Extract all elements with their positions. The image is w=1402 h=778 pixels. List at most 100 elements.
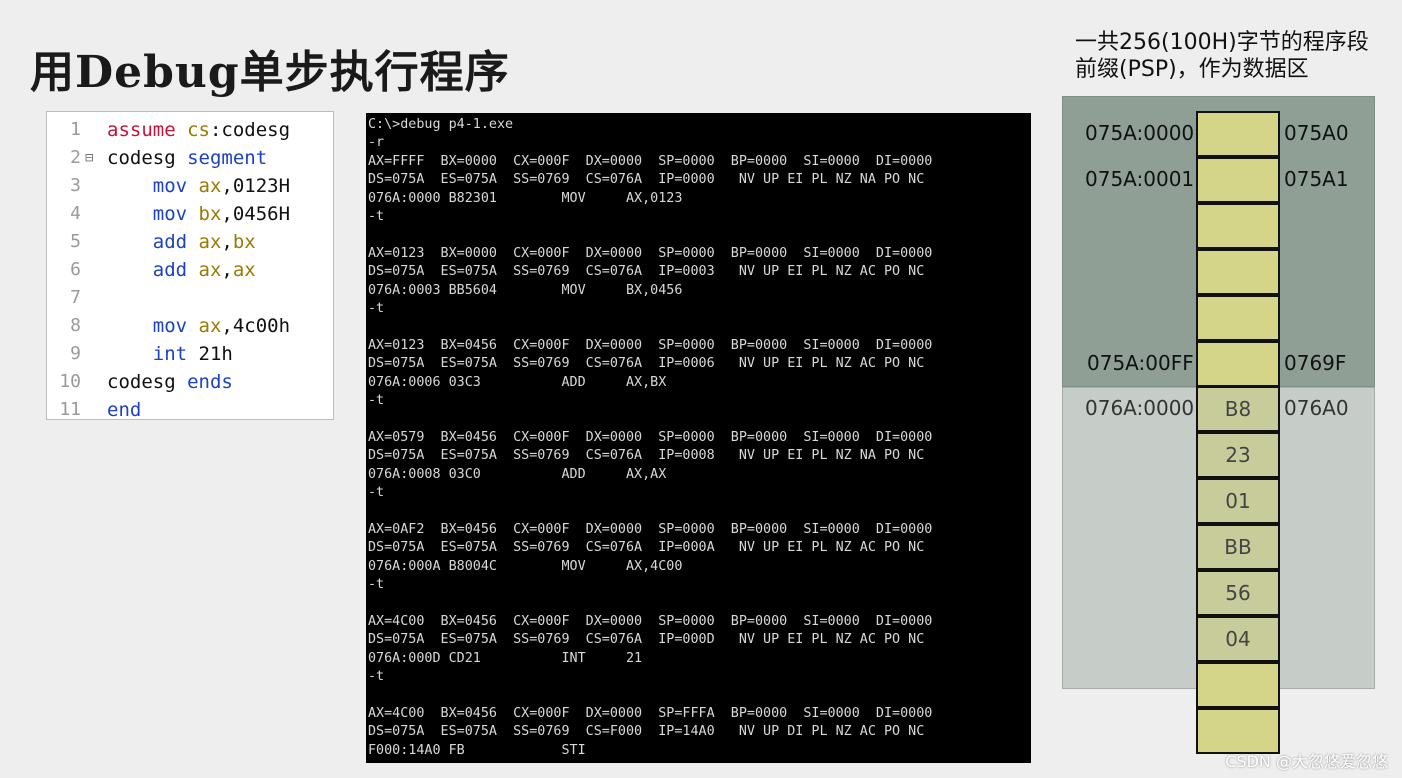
memory-cell: 23	[1196, 432, 1280, 478]
console-line: AX=4C00 BX=0456 CX=000F DX=0000 SP=0000 …	[368, 613, 933, 629]
console-line: DS=075A ES=075A SS=0769 CS=076A IP=0003 …	[368, 264, 925, 280]
code-token: bx	[198, 203, 222, 225]
line-number: 5	[70, 231, 81, 252]
code-token: ax	[198, 231, 222, 253]
console-line: DS=075A ES=075A SS=0769 CS=076A IP=0000 …	[368, 172, 925, 188]
fold-toggle-icon[interactable]: ⊟	[85, 144, 93, 172]
console-line: AX=0579 BX=0456 CX=000F DX=0000 SP=0000 …	[368, 429, 933, 445]
code-line[interactable]: 10 codesg ends	[47, 368, 333, 396]
code-line[interactable]: 8 mov ax,4c00h	[47, 312, 333, 340]
console-line: -t	[368, 301, 385, 316]
console-line: DS=075A ES=075A SS=0769 CS=076A IP=0006 …	[368, 356, 925, 372]
code-line[interactable]: 6 add ax,ax	[47, 256, 333, 284]
line-number: 9	[70, 343, 81, 364]
console-line: DS=075A ES=075A SS=0769 CS=076A IP=000D …	[368, 632, 925, 648]
line-number: 3	[70, 175, 81, 196]
console-line: 076A:0003 BB5604 MOV BX,0456	[368, 282, 683, 298]
console-line: -t	[368, 209, 385, 224]
code-token: 21h	[198, 343, 233, 365]
page-title: 用Debug单步执行程序	[30, 47, 510, 98]
physical-address-label: 0769F	[1284, 351, 1347, 375]
physical-address-label: 076A0	[1284, 396, 1349, 420]
console-line: -t	[368, 577, 385, 592]
code-token: ,4c00h	[221, 315, 291, 337]
code-line[interactable]: 3 mov ax,0123H	[47, 172, 333, 200]
line-number: 7	[70, 287, 81, 308]
console-line: -t	[368, 669, 385, 684]
memory-cell	[1196, 662, 1280, 708]
memory-cell: B8	[1196, 386, 1280, 432]
code-token: ,0123H	[221, 175, 291, 197]
code-token: segment	[187, 147, 268, 169]
console-line: C:\>debug p4-1.exe	[368, 117, 514, 132]
line-number: 4	[70, 203, 81, 224]
code-token: ,	[221, 259, 233, 281]
console-line: DS=075A ES=075A SS=0769 CS=076A IP=000A …	[368, 540, 925, 556]
debug-console[interactable]: C:\>debug p4-1.exe -r AX=FFFF BX=0000 CX=0…	[366, 113, 1031, 763]
code-token: mov	[107, 203, 199, 225]
console-line: 076A:0008 03C0 ADD AX,AX	[368, 466, 667, 482]
code-token: add	[107, 231, 199, 253]
watermark: CSDN @大忽悠爱忽悠	[1225, 752, 1388, 771]
console-line: DS=075A ES=075A SS=0769 CS=F000 IP=14A0 …	[368, 724, 925, 740]
code-token: ,0456H	[221, 203, 291, 225]
code-text: add ax,ax	[107, 256, 256, 284]
code-token: ax	[198, 259, 222, 281]
memory-caption-line2: 前缀(PSP)，作为数据区	[1075, 57, 1309, 82]
memory-cell	[1196, 111, 1280, 157]
code-text: int 21h	[107, 340, 233, 368]
code-text: mov ax,4c00h	[107, 312, 290, 340]
memory-cell: BB	[1196, 524, 1280, 570]
code-line[interactable]: 5 add ax,bx	[47, 228, 333, 256]
code-text: codesg segment	[107, 144, 267, 172]
code-line[interactable]: 9 int 21h	[47, 340, 333, 368]
code-line[interactable]: 2 ⊟ codesg segment	[47, 144, 333, 172]
console-line: 076A:0006 03C3 ADD AX,BX	[368, 374, 667, 390]
code-token: ax	[232, 259, 256, 281]
line-number: 2	[70, 147, 81, 168]
memory-caption: 一共256(100H)字节的程序段 前缀(PSP)，作为数据区	[1075, 29, 1369, 83]
code-line[interactable]: 7	[47, 284, 333, 312]
line-number: 11	[59, 399, 81, 420]
console-line: AX=0123 BX=0000 CX=000F DX=0000 SP=0000 …	[368, 245, 933, 261]
code-token: cs	[187, 119, 210, 141]
logical-address-label: 075A:0001	[1085, 167, 1195, 191]
code-token: assume	[107, 119, 188, 141]
line-number: 8	[70, 315, 81, 336]
code-text: end	[107, 396, 141, 424]
console-line: 076A:000A B8004C MOV AX,4C00	[368, 558, 683, 574]
code-token: bx	[232, 231, 256, 253]
console-line: -r	[368, 135, 385, 151]
code-token: mov	[107, 315, 199, 337]
logical-address-label: 075A:00FF	[1087, 351, 1194, 375]
code-token: mov	[107, 175, 199, 197]
code-text: codesg ends	[107, 368, 233, 396]
console-line: AX=0123 BX=0456 CX=000F DX=0000 SP=0000 …	[368, 337, 933, 353]
memory-cell: 04	[1196, 616, 1280, 662]
memory-cell	[1196, 157, 1280, 203]
code-editor[interactable]: 1 assume cs:codesg 2 ⊟ codesg segment 3 mov a…	[46, 111, 334, 421]
code-token: add	[107, 259, 199, 281]
line-number: 6	[70, 259, 81, 280]
code-token: ,	[221, 231, 233, 253]
code-token: int	[107, 343, 199, 365]
memory-cell	[1196, 341, 1280, 387]
code-text: assume cs:codesg	[107, 116, 290, 144]
code-line[interactable]: 1 assume cs:codesg	[47, 116, 333, 144]
code-token: ax	[198, 175, 222, 197]
console-line: -t	[368, 393, 385, 408]
console-line: 076A:000D CD21 INT 21	[368, 650, 643, 666]
code-token: ax	[198, 315, 222, 337]
code-text: add ax,bx	[107, 228, 256, 256]
logical-address-label: 076A:0000	[1085, 396, 1195, 420]
physical-address-label: 075A1	[1284, 167, 1349, 191]
code-token: ends	[187, 371, 233, 393]
code-text: mov ax,0123H	[107, 172, 290, 200]
code-line[interactable]: 11 end	[47, 396, 333, 424]
code-line[interactable]: 4 mov bx,0456H	[47, 200, 333, 228]
line-number: 10	[59, 371, 81, 392]
code-token: codesg	[107, 147, 188, 169]
code-token: codesg	[107, 371, 188, 393]
physical-address-label: 075A0	[1284, 121, 1349, 145]
console-line: 076A:0000 B82301 MOV AX,0123	[368, 190, 683, 206]
